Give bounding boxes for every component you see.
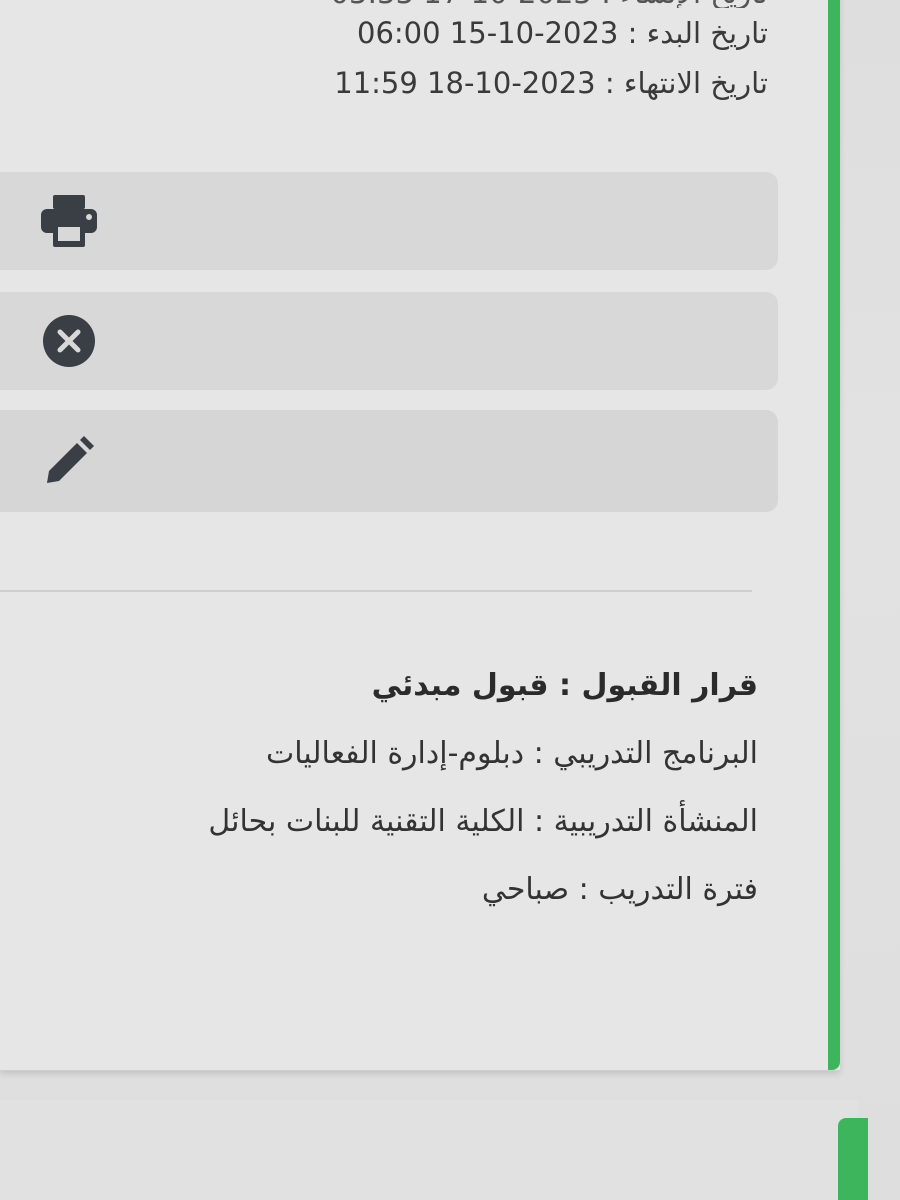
dates-block: تاريخ الإنشاء : 2023-10-17 03:33 تاريخ ا… (331, 0, 769, 108)
card-accent-bar (828, 0, 840, 1070)
screen: تاريخ الإنشاء : 2023-10-17 03:33 تاريخ ا… (0, 0, 900, 1200)
application-card: تاريخ الإنشاء : 2023-10-17 03:33 تاريخ ا… (0, 0, 840, 1071)
training-program: البرنامج التدريبي : دبلوم-إدارة الفعاليا… (265, 736, 758, 771)
next-card-accent-bar (838, 1118, 868, 1200)
section-divider (0, 590, 752, 592)
start-date: تاريخ البدء : 2023-10-15 06:00 (357, 16, 768, 50)
end-date: تاريخ الانتهاء : 2023-10-18 11:59 (334, 66, 768, 100)
print-button[interactable] (0, 172, 778, 270)
training-period: فترة التدريب : صباحي (481, 872, 758, 907)
edit-button[interactable] (0, 410, 778, 512)
cancel-button[interactable] (0, 292, 778, 390)
created-date: تاريخ الإنشاء : 2023-10-17 03:33 (331, 0, 769, 8)
training-facility: المنشأة التدريبية : الكلية التقنية للبنا… (208, 804, 758, 839)
next-card (0, 1100, 858, 1200)
application-details: قرار القبول : قبول مبدئي البرنامج التدري… (38, 652, 758, 924)
close-circle-icon (38, 310, 100, 372)
printer-icon (38, 190, 100, 252)
pencil-icon (38, 430, 100, 492)
acceptance-decision: قرار القبول : قبول مبدئي (371, 668, 758, 703)
